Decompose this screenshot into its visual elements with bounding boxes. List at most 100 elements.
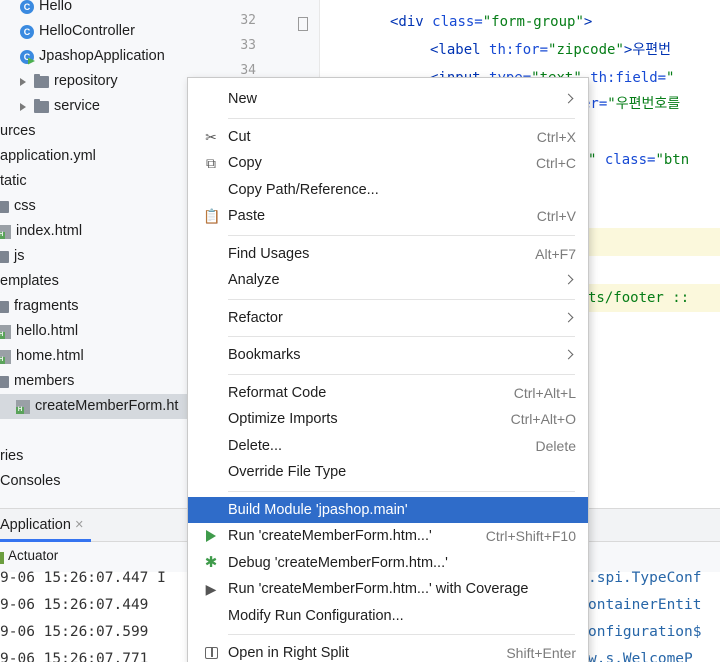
tree-item[interactable]: Hello — [20, 0, 72, 19]
log-line-timestamp: 9-06 15:26:07.599 — [0, 624, 149, 640]
tree-item-label: tatic — [0, 173, 27, 189]
tree-item[interactable]: ries — [0, 444, 23, 469]
menu-item-shortcut: Shift+Enter — [506, 645, 576, 661]
fold-marker-icon[interactable] — [298, 17, 308, 31]
tree-item[interactable]: emplates — [0, 269, 59, 294]
code-line[interactable]: er="우편번호를 — [582, 94, 680, 114]
menu-item-open-in-right-split[interactable]: Open in Right Split Shift+Enter — [188, 640, 588, 662]
code-token: " — [588, 152, 605, 168]
menu-item-shortcut: Alt+F7 — [535, 245, 576, 262]
scissors-icon: ✂ — [205, 128, 217, 145]
log-line-timestamp: 9-06 15:26:07.449 — [0, 597, 149, 613]
menu-item-shortcut: Ctrl+C — [535, 155, 576, 171]
expand-arrow-icon[interactable] — [20, 77, 26, 86]
line-number: 34 — [240, 63, 256, 78]
tree-item-label: createMemberForm.ht — [35, 398, 179, 414]
tree-item[interactable]: JpashopApplication — [20, 44, 165, 69]
tree-item-label: css — [14, 198, 36, 214]
actuator-label[interactable]: Actuator — [8, 548, 58, 563]
menu-item-analyze[interactable]: Analyze — [188, 267, 588, 293]
code-token: <div — [390, 14, 433, 30]
tree-item-label: Consoles — [0, 473, 61, 489]
menu-item-label: Paste — [228, 208, 266, 224]
actuator-icon — [0, 552, 4, 564]
tab-application[interactable]: Application × — [0, 509, 92, 542]
close-icon[interactable]: × — [75, 517, 83, 533]
menu-item-copy[interactable]: ⧉ Copy Ctrl+C — [188, 150, 588, 176]
html-file-icon — [0, 349, 11, 364]
menu-item-copy-path[interactable]: Copy Path/Reference... — [188, 177, 588, 203]
expand-arrow-icon[interactable] — [20, 102, 26, 111]
menu-item-modify-run-configuration[interactable]: Modify Run Configuration... — [188, 603, 588, 629]
code-token: th:for= — [489, 42, 549, 58]
code-token: "우편번호를 — [607, 96, 681, 112]
tree-item-label: repository — [54, 73, 118, 89]
current-line-highlight — [588, 228, 720, 256]
menu-item-debug[interactable]: ✱ Debug 'createMemberForm.htm...' — [188, 550, 588, 576]
menu-item-label: Override File Type — [228, 464, 347, 480]
tree-item[interactable]: home.html — [0, 344, 84, 369]
tree-item[interactable]: service — [20, 94, 100, 119]
menu-item-optimize-imports[interactable]: Optimize Imports Ctrl+Alt+O — [188, 406, 588, 432]
menu-separator — [228, 634, 575, 635]
code-token: "zipcode" — [548, 42, 624, 58]
tree-item-label: home.html — [16, 348, 84, 364]
code-token: class= — [432, 14, 483, 30]
line-number: 33 — [240, 38, 256, 53]
menu-item-refactor[interactable]: Refactor — [188, 305, 588, 331]
tree-item-label: application.yml — [0, 148, 96, 164]
tree-item[interactable]: hello.html — [0, 319, 78, 344]
menu-item-bookmarks[interactable]: Bookmarks — [188, 342, 588, 368]
menu-item-label: Run 'createMemberForm.htm...' with Cover… — [228, 581, 529, 597]
menu-item-label: Refactor — [228, 309, 283, 326]
menu-item-label: Reformat Code — [228, 384, 327, 401]
tree-item-label: ries — [0, 448, 24, 464]
tree-item[interactable]: tatic — [0, 169, 27, 194]
log-line-logger: w.s.WelcomeP — [588, 651, 693, 662]
code-token: "btn — [655, 152, 690, 168]
menu-item-run-with-coverage[interactable]: ▶ Run 'createMemberForm.htm...' with Cove… — [188, 576, 588, 602]
menu-item-label: Optimize Imports — [228, 411, 338, 427]
menu-separator — [228, 117, 575, 119]
tree-item-label: emplates — [0, 273, 59, 289]
class-icon — [20, 0, 34, 14]
tree-item[interactable]: urces — [0, 119, 35, 144]
tree-item-label: members — [14, 373, 75, 389]
tree-item[interactable]: repository — [20, 69, 118, 94]
code-line[interactable]: <label th:for="zipcode">우편번 — [430, 40, 671, 60]
menu-item-override-file-type[interactable]: Override File Type — [188, 459, 588, 485]
code-token: <label — [430, 42, 490, 58]
menu-item-label: Build Module 'jpashop.main' — [228, 501, 408, 518]
tree-item[interactable]: index.html — [0, 219, 82, 244]
tree-item[interactable]: js — [0, 244, 24, 269]
menu-item-reformat-code[interactable]: Reformat Code Ctrl+Alt+L — [188, 380, 588, 406]
code-line[interactable]: " class="btn — [588, 150, 689, 170]
menu-item-find-usages[interactable]: Find Usages Alt+F7 — [188, 241, 588, 267]
tree-item[interactable]: HelloController — [20, 19, 135, 44]
menu-item-new[interactable]: New — [188, 86, 588, 112]
code-line[interactable]: <div class="form-group"> — [390, 12, 592, 32]
tree-item[interactable]: Consoles — [0, 469, 60, 494]
menu-item-paste[interactable]: 📋 Paste Ctrl+V — [188, 203, 588, 229]
menu-item-cut[interactable]: ✂ Cut Ctrl+X — [188, 124, 588, 150]
menu-item-label: Modify Run Configuration... — [228, 607, 404, 624]
tree-item[interactable]: css — [0, 194, 36, 219]
folder-icon — [0, 301, 9, 313]
code-token: class= — [604, 152, 656, 168]
log-line-logger: ontainerEntit — [588, 597, 702, 613]
chevron-right-icon — [563, 274, 574, 285]
tree-item[interactable]: application.yml — [0, 144, 96, 169]
menu-item-run[interactable]: Run 'createMemberForm.htm...' Ctrl+Shift+… — [188, 523, 588, 549]
menu-separator — [228, 298, 575, 300]
menu-item-delete[interactable]: Delete... Delete — [188, 433, 588, 459]
tree-item[interactable]: members — [0, 369, 74, 394]
clipboard-icon: 📋 — [203, 208, 221, 224]
folder-icon — [0, 251, 9, 263]
menu-separator — [228, 373, 575, 375]
log-line-logger: .spi.TypeConf — [588, 570, 702, 586]
menu-item-build-module[interactable]: Build Module 'jpashop.main' — [188, 496, 588, 523]
log-line-timestamp: 9-06 15:26:07.447 I — [0, 570, 166, 586]
tree-item[interactable]: fragments — [0, 294, 78, 319]
menu-item-shortcut: Ctrl+V — [536, 208, 576, 224]
code-line[interactable]: ts/footer :: — [588, 288, 689, 308]
